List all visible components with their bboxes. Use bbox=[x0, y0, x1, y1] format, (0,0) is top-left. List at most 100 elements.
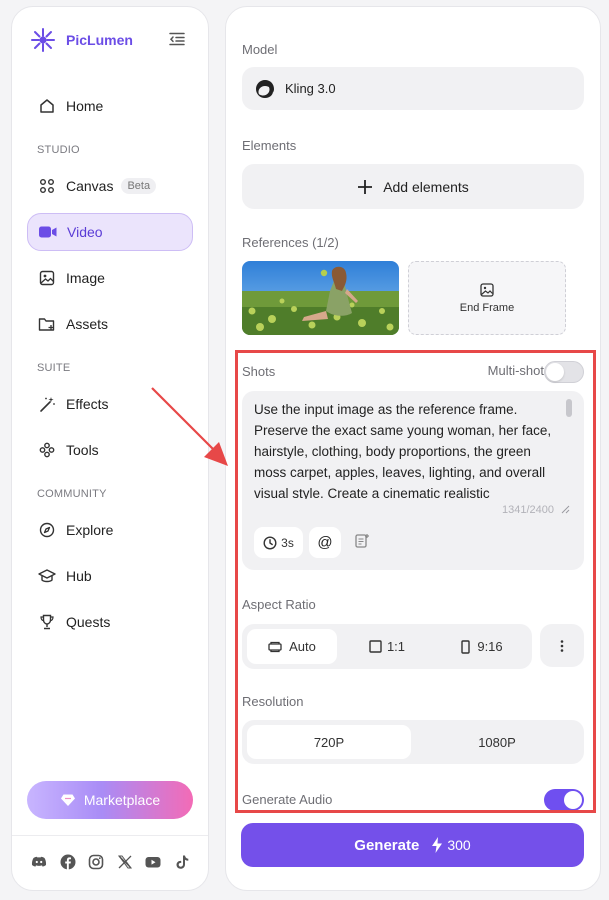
resolution-option-1080p[interactable]: 1080P bbox=[415, 725, 579, 759]
prompt-card: Use the input image as the reference fra… bbox=[242, 391, 584, 570]
aspect-option-1-1[interactable]: 1:1 bbox=[342, 629, 432, 664]
sidebar-item-label: Image bbox=[66, 270, 105, 286]
sidebar-item-hub[interactable]: Hub bbox=[27, 557, 193, 595]
generate-label: Generate bbox=[354, 836, 420, 854]
sidebar-item-explore[interactable]: Explore bbox=[27, 511, 193, 549]
generate-cost: 300 bbox=[447, 837, 471, 853]
end-frame-upload[interactable]: End Frame bbox=[408, 261, 566, 335]
resize-handle-icon[interactable] bbox=[561, 505, 570, 514]
sidebar-item-label: Video bbox=[67, 224, 103, 240]
generate-audio-toggle[interactable] bbox=[544, 789, 584, 811]
aspect-ratio-selector: Auto 1:1 9:16 bbox=[242, 624, 532, 669]
multishot-toggle[interactable] bbox=[544, 361, 584, 383]
shots-label: Shots bbox=[242, 364, 276, 379]
sidebar-item-label: Home bbox=[66, 98, 104, 114]
piclumen-logo-icon bbox=[31, 28, 55, 52]
discord-icon[interactable] bbox=[31, 854, 47, 870]
sidebar-item-image[interactable]: Image bbox=[27, 259, 193, 297]
facebook-icon[interactable] bbox=[60, 854, 76, 870]
collapse-sidebar-icon[interactable] bbox=[168, 30, 186, 48]
brand[interactable]: PicLumen bbox=[30, 27, 133, 53]
sidebar-item-tools[interactable]: Tools bbox=[27, 431, 193, 469]
prompt-scrollbar[interactable] bbox=[566, 399, 572, 417]
sidebar-item-label: Tools bbox=[66, 442, 99, 458]
section-label-studio: STUDIO bbox=[37, 144, 80, 156]
sidebar: PicLumen Home STUDIO Canvas Beta Video I… bbox=[11, 6, 209, 891]
x-icon[interactable] bbox=[117, 854, 133, 870]
section-label-suite: SUITE bbox=[37, 362, 71, 374]
mention-button[interactable]: @ bbox=[309, 527, 341, 558]
aspect-option-label: 9:16 bbox=[477, 639, 503, 654]
duration-value: 3s bbox=[281, 535, 294, 550]
sidebar-item-label: Effects bbox=[66, 396, 109, 412]
sidebar-item-label: Canvas bbox=[66, 178, 114, 194]
end-frame-label: End Frame bbox=[459, 301, 515, 314]
plus-icon bbox=[358, 179, 373, 194]
add-elements-label: Add elements bbox=[383, 178, 469, 195]
aspect-option-9-16[interactable]: 9:16 bbox=[437, 629, 527, 664]
square-ratio-icon bbox=[369, 640, 382, 653]
toggle-knob bbox=[564, 791, 582, 809]
reference-image-thumbnail[interactable] bbox=[242, 261, 399, 335]
clock-icon bbox=[263, 535, 277, 550]
aspect-option-auto[interactable]: Auto bbox=[247, 629, 337, 664]
kling-logo-icon bbox=[256, 79, 274, 98]
references-label: References (1/2) bbox=[242, 235, 339, 250]
prompt-template-icon[interactable] bbox=[354, 533, 370, 554]
compass-icon bbox=[38, 521, 56, 539]
duration-button[interactable]: 3s bbox=[254, 527, 303, 558]
model-selector[interactable]: Kling 3.0 bbox=[242, 67, 584, 110]
elements-label: Elements bbox=[242, 138, 297, 153]
youtube-icon[interactable] bbox=[145, 854, 161, 870]
add-elements-button[interactable]: Add elements bbox=[242, 164, 584, 209]
video-icon bbox=[39, 223, 57, 241]
sidebar-item-label: Hub bbox=[66, 568, 92, 584]
magic-wand-icon bbox=[38, 395, 56, 413]
model-label: Model bbox=[242, 42, 278, 57]
at-icon: @ bbox=[317, 534, 333, 551]
char-count: 1341/2400 bbox=[502, 504, 554, 516]
assets-folder-icon bbox=[38, 315, 56, 333]
resolution-selector: 720P 1080P bbox=[242, 720, 584, 764]
generate-button[interactable]: Generate 300 bbox=[241, 823, 584, 867]
instagram-icon[interactable] bbox=[88, 854, 104, 870]
brand-name: PicLumen bbox=[66, 32, 133, 48]
model-name: Kling 3.0 bbox=[285, 81, 336, 96]
sidebar-item-assets[interactable]: Assets bbox=[27, 305, 193, 343]
sidebar-item-home[interactable]: Home bbox=[27, 87, 193, 125]
resolution-option-720p[interactable]: 720P bbox=[247, 725, 411, 759]
sidebar-item-video[interactable]: Video bbox=[27, 213, 193, 251]
tiktok-icon[interactable] bbox=[174, 854, 190, 870]
sidebar-item-effects[interactable]: Effects bbox=[27, 385, 193, 423]
sidebar-item-quests[interactable]: Quests bbox=[27, 603, 193, 641]
more-options-button[interactable] bbox=[540, 624, 584, 667]
generation-panel: Model Kling 3.0 Elements Add elements Re… bbox=[225, 6, 601, 891]
generate-audio-label: Generate Audio bbox=[242, 792, 333, 807]
toggle-knob bbox=[546, 363, 564, 381]
lightning-icon bbox=[432, 837, 443, 853]
sidebar-item-label: Explore bbox=[66, 522, 114, 538]
heart-diamond-icon bbox=[60, 794, 75, 806]
more-vertical-icon bbox=[560, 639, 564, 652]
beta-badge: Beta bbox=[121, 178, 157, 194]
image-icon bbox=[480, 282, 494, 297]
image-icon bbox=[38, 269, 56, 287]
resolution-label: Resolution bbox=[242, 694, 304, 709]
multishot-label: Multi-shot bbox=[487, 363, 544, 378]
auto-ratio-icon bbox=[268, 641, 282, 652]
tools-icon bbox=[38, 441, 56, 459]
marketplace-label: Marketplace bbox=[83, 792, 161, 808]
prompt-textarea[interactable]: Use the input image as the reference fra… bbox=[254, 399, 559, 499]
aspect-option-label: 1:1 bbox=[386, 639, 406, 654]
canvas-icon bbox=[38, 177, 56, 195]
section-label-community: COMMUNITY bbox=[37, 488, 107, 500]
social-links bbox=[31, 854, 202, 870]
graduation-cap-icon bbox=[38, 567, 56, 585]
sidebar-item-canvas[interactable]: Canvas Beta bbox=[27, 167, 193, 205]
sidebar-item-label: Assets bbox=[66, 316, 109, 332]
resolution-option-label: 1080P bbox=[478, 734, 516, 750]
aspect-option-label: Auto bbox=[289, 639, 316, 654]
sidebar-divider bbox=[12, 835, 208, 836]
resolution-option-label: 720P bbox=[313, 734, 345, 750]
marketplace-button[interactable]: Marketplace bbox=[27, 781, 193, 819]
